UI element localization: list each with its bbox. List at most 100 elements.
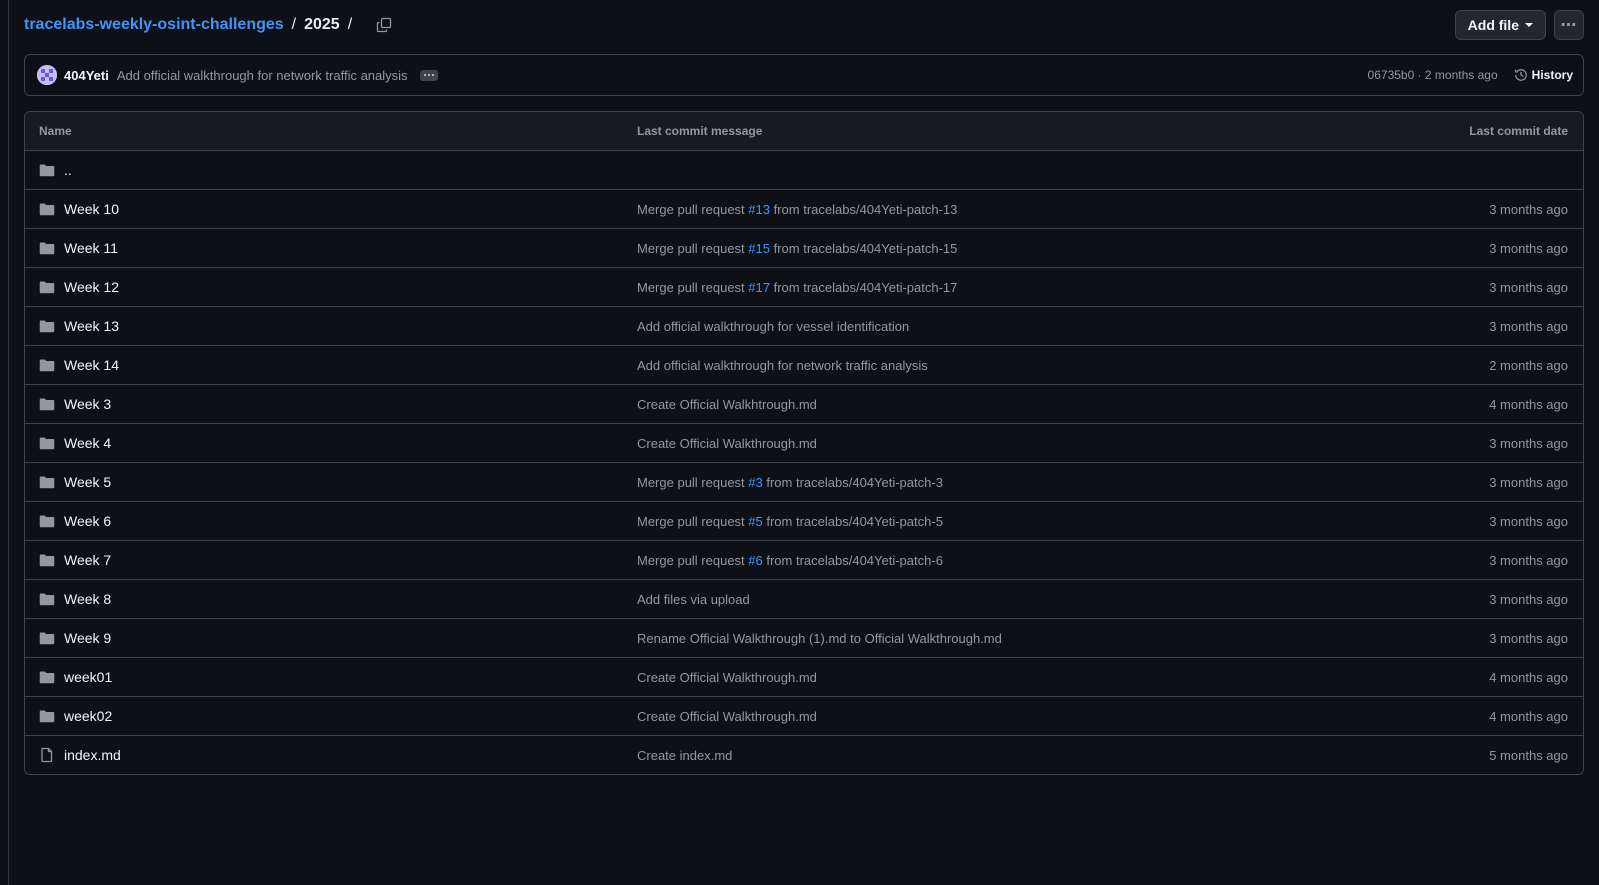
commit-date: 3 months ago [1489, 630, 1568, 646]
folder-icon [39, 708, 55, 724]
commit-message-cell: Create Official Walkthrough.md [637, 709, 1283, 724]
folder-link[interactable]: Week 9 [64, 630, 111, 646]
table-row[interactable]: Week 13 Add official walkthrough for vess… [25, 307, 1583, 346]
folder-link[interactable]: week02 [64, 708, 112, 724]
folder-icon [39, 513, 55, 529]
breadcrumb: tracelabs-weekly-osint-challenges / 2025… [24, 15, 394, 35]
copy-path-icon[interactable] [374, 15, 394, 35]
commit-hash-time[interactable]: 06735b0 · 2 months ago [1368, 68, 1498, 82]
file-icon [39, 747, 55, 763]
commit-message-link[interactable]: Create Official Walkthrough.md [637, 670, 817, 685]
table-row[interactable]: Week 5 Merge pull request #3 from tracela… [25, 463, 1583, 502]
table-row[interactable]: Week 8 Add files via upload 3 months ago [25, 580, 1583, 619]
header-last-commit-message: Last commit message [637, 124, 763, 138]
folder-link[interactable]: Week 10 [64, 201, 119, 217]
commit-date: 3 months ago [1489, 279, 1568, 295]
latest-commit-info: 404Yeti Add official walkthrough for net… [37, 65, 438, 85]
commit-message[interactable]: Add official walkthrough for network tra… [117, 68, 408, 83]
commit-message-link[interactable]: Create Official Walkthrough.md [637, 709, 817, 724]
folder-link[interactable]: Week 8 [64, 591, 111, 607]
commit-message-link[interactable]: Merge pull request [637, 241, 748, 256]
commit-author[interactable]: 404Yeti [64, 68, 109, 83]
folder-icon [39, 279, 55, 295]
table-row[interactable]: Week 9 Rename Official Walkthrough (1).md… [25, 619, 1583, 658]
add-file-label: Add file [1467, 17, 1519, 33]
avatar[interactable] [37, 65, 57, 85]
table-row[interactable]: week01 Create Official Walkthrough.md 4 mo… [25, 658, 1583, 697]
table-row[interactable]: Week 3 Create Official Walkhtrough.md 4 mo… [25, 385, 1583, 424]
folder-icon [39, 396, 55, 412]
folder-link[interactable]: Week 7 [64, 552, 111, 568]
table-row[interactable]: Week 11 Merge pull request #15 from trace… [25, 229, 1583, 268]
commit-message-link[interactable]: Merge pull request [637, 202, 748, 217]
commit-message-link[interactable]: Merge pull request [637, 280, 748, 295]
parent-directory-link[interactable]: .. [64, 162, 72, 178]
kebab-horizontal-icon: ⋯ [1560, 17, 1578, 34]
commit-message-link[interactable]: Merge pull request [637, 475, 748, 490]
table-row[interactable]: Week 12 Merge pull request #17 from trace… [25, 268, 1583, 307]
pull-request-link[interactable]: #3 [748, 475, 762, 490]
commit-message-link-tail[interactable]: from tracelabs/404Yeti-patch-3 [763, 475, 943, 490]
table-row[interactable]: Week 7 Merge pull request #6 from tracela… [25, 541, 1583, 580]
pull-request-link[interactable]: #15 [748, 241, 770, 256]
pull-request-link[interactable]: #17 [748, 280, 770, 295]
commit-message-link[interactable]: Merge pull request [637, 553, 748, 568]
commit-date: 3 months ago [1489, 474, 1568, 490]
commit-date: 3 months ago [1489, 435, 1568, 451]
commit-message-cell: Add official walkthrough for vessel iden… [637, 319, 1283, 334]
header-last-commit-date: Last commit date [1469, 124, 1568, 138]
commit-message-link-tail[interactable]: from tracelabs/404Yeti-patch-13 [770, 202, 958, 217]
history-label: History [1531, 68, 1573, 82]
history-button[interactable]: History [1514, 68, 1573, 82]
add-file-button[interactable]: Add file [1454, 10, 1546, 40]
commit-message-link[interactable]: Add official walkthrough for vessel iden… [637, 319, 909, 334]
main-content: tracelabs-weekly-osint-challenges / 2025… [24, 0, 1584, 775]
history-icon [1514, 69, 1527, 81]
folder-link[interactable]: week01 [64, 669, 112, 685]
folder-icon [39, 669, 55, 685]
file-link[interactable]: index.md [64, 747, 121, 763]
table-row[interactable]: Week 4 Create Official Walkthrough.md 3 mo… [25, 424, 1583, 463]
commit-date: 3 months ago [1489, 318, 1568, 334]
commit-message-link[interactable]: Add official walkthrough for network tra… [637, 358, 928, 373]
commit-date: 4 months ago [1489, 669, 1568, 685]
pull-request-link[interactable]: #6 [748, 553, 762, 568]
folder-link[interactable]: Week 4 [64, 435, 111, 451]
commit-message-link-tail[interactable]: from tracelabs/404Yeti-patch-15 [770, 241, 958, 256]
commit-message-link[interactable]: Create Official Walkthrough.md [637, 436, 817, 451]
sidebar-divider [8, 0, 9, 885]
table-row[interactable]: Week 14 Add official walkthrough for netw… [25, 346, 1583, 385]
commit-date: 3 months ago [1489, 201, 1568, 217]
folder-link[interactable]: Week 13 [64, 318, 119, 334]
folder-link[interactable]: Week 3 [64, 396, 111, 412]
commit-date: 3 months ago [1489, 591, 1568, 607]
commit-message-cell: Create Official Walkthrough.md [637, 670, 1283, 685]
folder-link[interactable]: Week 14 [64, 357, 119, 373]
folder-link[interactable]: Week 11 [64, 240, 118, 256]
commit-message-link-tail[interactable]: from tracelabs/404Yeti-patch-5 [763, 514, 943, 529]
header-name: Name [39, 124, 72, 138]
folder-link[interactable]: Week 5 [64, 474, 111, 490]
table-row[interactable]: Week 10 Merge pull request #13 from trace… [25, 190, 1583, 229]
expand-commit-message-button[interactable] [419, 69, 438, 81]
commit-message-link[interactable]: Create Official Walkhtrough.md [637, 397, 817, 412]
commit-message-link[interactable]: Add files via upload [637, 592, 750, 607]
commit-date: 5 months ago [1489, 747, 1568, 763]
pull-request-link[interactable]: #5 [748, 514, 762, 529]
commit-message-link-tail[interactable]: from tracelabs/404Yeti-patch-17 [770, 280, 958, 295]
more-options-button[interactable]: ⋯ [1554, 10, 1584, 40]
folder-link[interactable]: Week 6 [64, 513, 111, 529]
folder-icon [39, 552, 55, 568]
commit-message-link[interactable]: Merge pull request [637, 514, 748, 529]
commit-message-link[interactable]: Create index.md [637, 748, 732, 763]
folder-link[interactable]: Week 12 [64, 279, 119, 295]
pull-request-link[interactable]: #13 [748, 202, 770, 217]
table-row[interactable]: index.md Create index.md 5 months ago [25, 736, 1583, 774]
table-row[interactable]: Week 6 Merge pull request #5 from tracela… [25, 502, 1583, 541]
table-row[interactable]: week02 Create Official Walkthrough.md 4 mo… [25, 697, 1583, 736]
commit-message-link-tail[interactable]: from tracelabs/404Yeti-patch-6 [763, 553, 943, 568]
breadcrumb-repo-link[interactable]: tracelabs-weekly-osint-challenges [24, 16, 284, 34]
breadcrumb-current-folder: 2025 [304, 16, 340, 33]
parent-directory-row[interactable]: .. [25, 151, 1583, 190]
commit-message-link[interactable]: Rename Official Walkthrough (1).md to Of… [637, 631, 1002, 646]
